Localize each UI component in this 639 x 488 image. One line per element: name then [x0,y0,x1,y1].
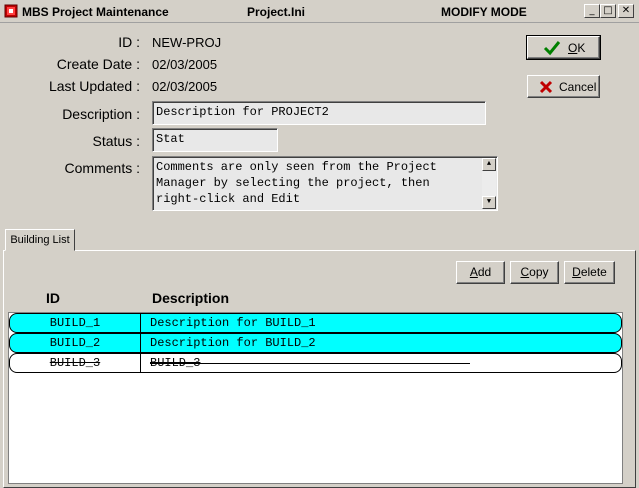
close-icon: ✕ [621,5,631,16]
tab-building-list[interactable]: Building List [5,229,75,251]
description-field[interactable]: Description for PROJECT2 [152,101,486,125]
app-icon[interactable] [4,4,18,18]
copy-mnemonic: C [520,265,530,279]
last-updated-value: 02/03/2005 [152,79,218,94]
create-date-label: Create Date : [56,56,140,72]
table-row[interactable]: BUILD_2 Description for BUILD_2 [9,333,622,353]
scroll-down-icon[interactable]: ▼ [482,196,496,209]
cancel-button[interactable]: Cancel [527,75,600,98]
copy-label: opy [529,265,549,279]
comments-line: Comments are only seen from the Project [156,160,437,174]
row-description-cell: Description for BUILD_1 [150,316,316,330]
column-header-description[interactable]: Description [152,290,229,306]
table-row[interactable]: BUILD_1 Description for BUILD_1 [9,313,622,333]
last-updated-label: Last Updated : [48,78,140,94]
mode-indicator: MODIFY MODE [441,5,527,19]
description-label: Description : [62,106,140,122]
add-label: dd [477,265,492,279]
id-value: NEW-PROJ [152,35,222,50]
row-description-cell: Description for BUILD_2 [150,336,316,350]
ok-label: OK [568,41,586,55]
minimize-button[interactable]: _ [584,4,600,18]
status-field[interactable]: Stat [152,128,278,152]
maximize-icon: □ [603,5,613,16]
checkmark-icon [543,41,561,56]
comments-label: Comments : [64,160,140,176]
row-id-cell: BUILD_2 [10,334,141,352]
minimize-icon: _ [589,5,595,16]
scroll-up-icon[interactable]: ▲ [482,158,496,171]
ok-button[interactable]: OK [526,35,601,60]
comments-field[interactable]: Comments are only seen from the Project M… [152,156,498,211]
building-grid[interactable]: BUILD_1 Description for BUILD_1 BUILD_2 Des… [8,312,623,484]
column-header-id[interactable]: ID [46,290,60,306]
close-button[interactable]: ✕ [618,4,634,18]
delete-mnemonic: D [572,265,581,279]
copy-button[interactable]: Copy [510,261,559,284]
cancel-label: Cancel [559,80,597,94]
file-name: Project.Ini [247,5,306,19]
maximize-button[interactable]: □ [600,4,616,18]
add-button[interactable]: Add [456,261,505,284]
status-label: Status : [92,133,140,149]
comments-line: Manager by selecting the project, then [156,176,430,190]
deleted-strike-line [150,363,470,364]
comments-text: Comments are only seen from the Project M… [156,159,481,207]
id-label: ID : [118,34,140,50]
comments-scrollbar[interactable]: ▲ ▼ [482,158,496,209]
delete-button[interactable]: Delete [564,261,615,284]
x-icon [539,80,553,94]
row-id-cell: BUILD_3 [10,354,141,372]
title-bar: MBS Project Maintenance Project.Ini MODI… [0,0,639,23]
window-title: MBS Project Maintenance [22,5,169,19]
row-id-cell: BUILD_1 [10,314,141,332]
comments-line: right-click and Edit [156,192,301,206]
create-date-value: 02/03/2005 [152,57,218,72]
add-mnemonic: A [469,265,478,279]
table-row[interactable]: BUILD_3 BUILD_3 [9,353,622,373]
delete-label: elete [580,265,607,279]
